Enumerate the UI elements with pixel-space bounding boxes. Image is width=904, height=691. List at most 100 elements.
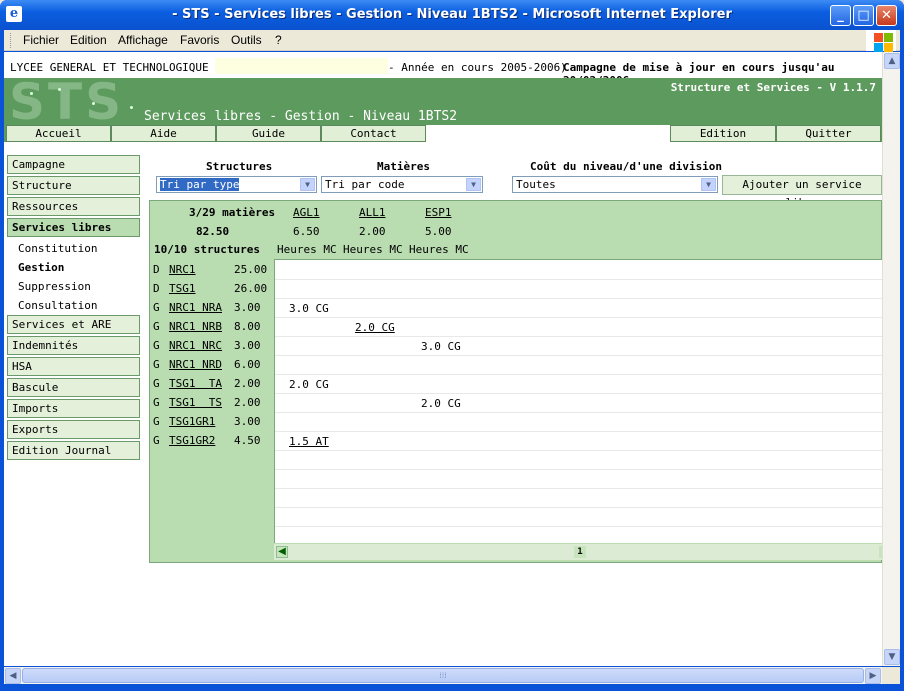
- info-line: LYCEE GENERAL ET TECHNOLOGIQUE - Année e…: [4, 52, 882, 87]
- structure-link[interactable]: NRC1 NRC: [169, 339, 222, 352]
- tab-quitter[interactable]: Quitter: [776, 125, 881, 142]
- menu-affichage[interactable]: Affichage: [118, 33, 168, 47]
- structures-select[interactable]: Tri par type ▼: [156, 176, 317, 193]
- sidebar-subitem-gestion[interactable]: Gestion: [18, 261, 64, 274]
- row-divider: [275, 355, 882, 356]
- sidebar-subitem-consultation[interactable]: Consultation: [18, 299, 97, 312]
- structure-link[interactable]: TSG1GR1: [169, 415, 215, 428]
- hours-cell[interactable]: 2.0 CG: [355, 321, 395, 334]
- hours-cell[interactable]: 3.0 CG: [289, 302, 329, 315]
- close-button[interactable]: ✕: [876, 5, 897, 26]
- sidebar-item-edition-journal[interactable]: Edition Journal: [7, 441, 140, 460]
- row-type: G: [153, 320, 160, 333]
- chevron-down-icon: ▼: [466, 178, 481, 191]
- tab-aide[interactable]: Aide: [111, 125, 216, 142]
- toolbar-grip: [10, 33, 13, 48]
- row-type: G: [153, 358, 160, 371]
- row-divider: [275, 317, 882, 318]
- structure-link[interactable]: NRC1 NRB: [169, 320, 222, 333]
- hours-cell[interactable]: 2.0 CG: [421, 397, 461, 410]
- sidebar-item-hsa[interactable]: HSA: [7, 357, 140, 376]
- maximize-button[interactable]: □: [853, 5, 874, 26]
- tab-contact[interactable]: Contact: [321, 125, 426, 142]
- scroll-down-icon[interactable]: ▼: [884, 649, 900, 665]
- minimize-button[interactable]: _: [830, 5, 851, 26]
- sidebar-item-campagne[interactable]: Campagne: [7, 155, 140, 174]
- sidebar-subitem-suppression[interactable]: Suppression: [18, 280, 91, 293]
- scroll-left-icon[interactable]: ◀: [5, 668, 21, 684]
- row-type: G: [153, 377, 160, 390]
- sidebar-item-ressources[interactable]: Ressources: [7, 197, 140, 216]
- menu-bar: Fichier Edition Affichage Favoris Outils…: [4, 30, 900, 52]
- sidebar-item-services-libres[interactable]: Services libres: [7, 218, 140, 237]
- row-type: D: [153, 282, 160, 295]
- hours-cells: 3.0 CG 2.0 CG 3.0 CG 2.0 CG 2.0 CG 1.5 AT: [274, 259, 882, 543]
- row-divider: [275, 526, 882, 527]
- row-divider: [275, 412, 882, 413]
- row-divider: [275, 374, 882, 375]
- subject-code-agl1[interactable]: AGL1: [293, 206, 320, 219]
- structure-hours: 26.00: [234, 282, 268, 295]
- hours-cell[interactable]: 2.0 CG: [289, 378, 329, 391]
- tab-accueil[interactable]: Accueil: [6, 125, 111, 142]
- sidebar-item-indemnites[interactable]: Indemnités: [7, 336, 140, 355]
- menu-fichier[interactable]: Fichier: [23, 33, 59, 47]
- structure-link[interactable]: NRC1: [169, 263, 196, 276]
- matieres-count: 3/29 matières: [189, 206, 276, 219]
- hours-cell[interactable]: 1.5 AT: [289, 435, 329, 448]
- page-title: Services libres - Gestion - Niveau 1BTS2: [144, 109, 458, 124]
- menu-favoris[interactable]: Favoris: [180, 33, 219, 47]
- sidebar-item-imports[interactable]: Imports: [7, 399, 140, 418]
- row-type: G: [153, 396, 160, 409]
- page-number[interactable]: 1: [574, 546, 586, 558]
- structure-hours: 3.00: [234, 301, 261, 314]
- subject-code-esp1[interactable]: ESP1: [425, 206, 452, 219]
- structure-link[interactable]: TSG1GR2: [169, 434, 215, 447]
- row-divider: [275, 469, 882, 470]
- tab-spacer: [426, 125, 670, 142]
- subject-code-all1[interactable]: ALL1: [359, 206, 386, 219]
- matieres-select-value: Tri par code: [325, 178, 405, 191]
- row-type: G: [153, 339, 160, 352]
- grid-pager: ◀ 1: [274, 543, 882, 560]
- structure-link[interactable]: TSG1 TA: [169, 377, 222, 390]
- menu-outils[interactable]: Outils: [231, 33, 262, 47]
- hours-cell[interactable]: 3.0 CG: [421, 340, 461, 353]
- sidebar-subitem-constitution[interactable]: Constitution: [18, 242, 97, 255]
- cout-label: Coût du niveau/d'une division: [530, 160, 723, 173]
- banner: STS Structure et Services - V 1.1.7 Serv…: [4, 73, 882, 131]
- logo-sparkle: [92, 102, 95, 105]
- scroll-up-icon[interactable]: ▲: [884, 53, 900, 69]
- structure-link[interactable]: NRC1 NRD: [169, 358, 222, 371]
- row-divider: [275, 393, 882, 394]
- sidebar-item-bascule[interactable]: Bascule: [7, 378, 140, 397]
- sidebar-item-exports[interactable]: Exports: [7, 420, 140, 439]
- horizontal-scrollbar[interactable]: ◀ ⁞⁞⁞ ▶: [4, 667, 882, 684]
- menu-edition[interactable]: Edition: [70, 33, 107, 47]
- structure-link[interactable]: NRC1 NRA: [169, 301, 222, 314]
- structure-link[interactable]: TSG1: [169, 282, 196, 295]
- tab-edition[interactable]: Edition: [670, 125, 776, 142]
- scroll-left-icon[interactable]: ◀: [276, 546, 288, 558]
- logo-sparkle: [58, 88, 61, 91]
- tab-guide[interactable]: Guide: [216, 125, 321, 142]
- school-year: - Année en cours 2005-2006): [388, 61, 567, 74]
- scroll-right-icon[interactable]: ▶: [865, 668, 881, 684]
- subject-total: 5.00: [425, 225, 452, 238]
- title-bar: e - STS - Services libres - Gestion - Ni…: [0, 0, 904, 30]
- add-service-button[interactable]: Ajouter un service libre: [722, 175, 882, 209]
- matieres-select[interactable]: Tri par code ▼: [321, 176, 483, 193]
- sidebar-item-services-are[interactable]: Services et ARE: [7, 315, 140, 334]
- scroll-thumb[interactable]: ⁞⁞⁞: [22, 668, 864, 683]
- menu-help[interactable]: ?: [275, 33, 282, 47]
- sts-logo: STS: [9, 73, 125, 131]
- vertical-scrollbar[interactable]: ▲ ▼: [882, 52, 900, 666]
- cout-select[interactable]: Toutes ▼: [512, 176, 718, 193]
- structure-link[interactable]: TSG1 TS: [169, 396, 222, 409]
- page-content: LYCEE GENERAL ET TECHNOLOGIQUE - Année e…: [4, 52, 882, 666]
- cout-select-value: Toutes: [516, 178, 556, 191]
- subject-unit: Heures MC: [409, 243, 469, 256]
- school-name-highlight: [215, 58, 388, 74]
- structure-hours: 2.00: [234, 377, 261, 390]
- sidebar-item-structure[interactable]: Structure: [7, 176, 140, 195]
